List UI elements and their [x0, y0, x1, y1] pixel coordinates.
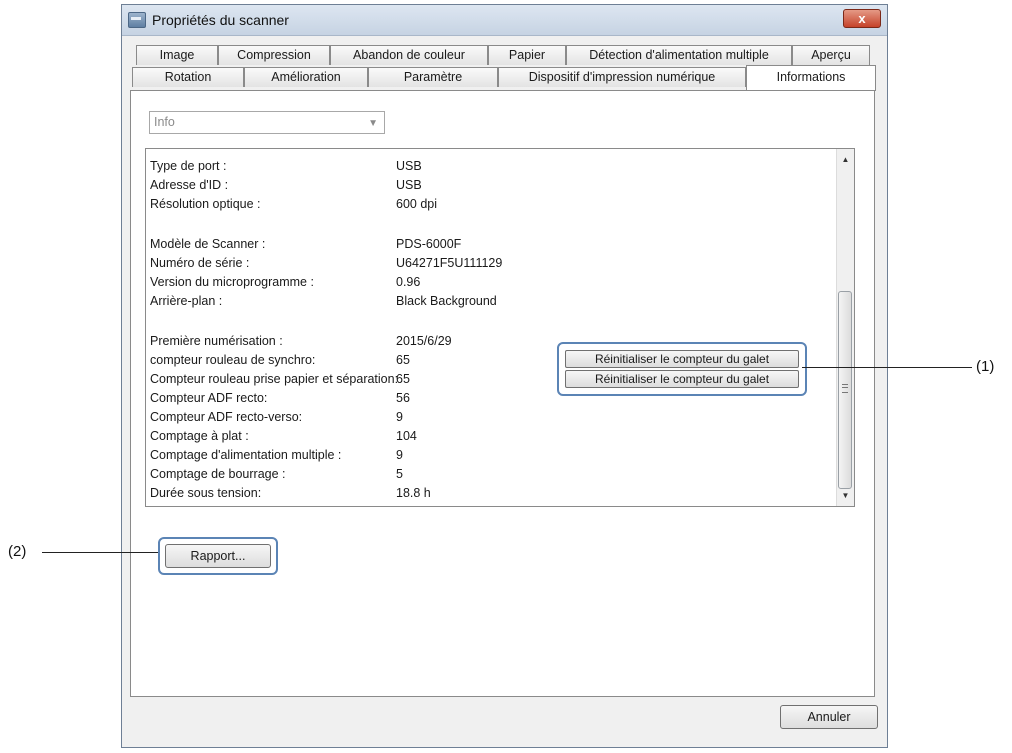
info-row-value: USB	[396, 178, 422, 192]
info-row-label: Comptage à plat :	[150, 429, 249, 443]
info-combo-value: Info	[154, 115, 175, 129]
tab-amelioration[interactable]: Amélioration	[244, 67, 368, 87]
info-row-value: 5	[396, 467, 403, 481]
info-row-value: 18.8 h	[396, 486, 431, 500]
info-row-value: USB	[396, 159, 422, 173]
info-row-value: 9	[396, 448, 403, 462]
vertical-scrollbar[interactable]: ▲ ▼	[836, 149, 854, 506]
info-row-label: Résolution optique :	[150, 197, 261, 211]
callout-1-line	[802, 367, 972, 368]
info-row-label: Numéro de série :	[150, 256, 250, 270]
info-row-label: Compteur ADF recto-verso:	[150, 410, 303, 424]
report-button[interactable]: Rapport...	[165, 544, 271, 568]
tab-compression[interactable]: Compression	[218, 45, 330, 65]
cancel-button[interactable]: Annuler	[780, 705, 878, 729]
info-row-label: Comptage d'alimentation multiple :	[150, 448, 342, 462]
info-row-label: Première numérisation :	[150, 334, 283, 348]
grip-icon	[842, 384, 848, 393]
tab-abandon-couleur[interactable]: Abandon de couleur	[330, 45, 488, 65]
callout-2-line	[42, 552, 158, 553]
reset-pickup-roller-button[interactable]: Réinitialiser le compteur du galet	[565, 370, 799, 388]
window-title: Propriétés du scanner	[152, 12, 289, 28]
info-row-label: Comptage de bourrage :	[150, 467, 286, 481]
scroll-thumb[interactable]	[838, 291, 852, 489]
info-row-label: Type de port :	[150, 159, 227, 173]
close-button[interactable]: x	[843, 9, 881, 28]
tab-dispositif-impression[interactable]: Dispositif d'impression numérique	[498, 67, 746, 87]
info-row-value: Black Background	[396, 294, 497, 308]
reset-sync-roller-button[interactable]: Réinitialiser le compteur du galet	[565, 350, 799, 368]
info-row-label: Adresse d'ID :	[150, 178, 229, 192]
tab-parametre[interactable]: Paramètre	[368, 67, 498, 87]
info-row-label: Modèle de Scanner :	[150, 237, 266, 251]
tab-apercu[interactable]: Aperçu	[792, 45, 870, 65]
info-row-value: 65	[396, 353, 410, 367]
tab-informations[interactable]: Informations	[746, 65, 876, 91]
info-row-value: U64271F5U111129	[396, 256, 503, 270]
info-row-value: 9	[396, 410, 403, 424]
info-row-value: 2015/6/29	[396, 334, 452, 348]
scroll-down-arrow-icon[interactable]: ▼	[837, 487, 854, 504]
info-row-value: 104	[396, 429, 417, 443]
info-row-value: PDS-6000F	[396, 237, 462, 251]
info-row-value: 65	[396, 372, 410, 386]
tab-rotation[interactable]: Rotation	[132, 67, 244, 87]
info-row-value: 600 dpi	[396, 197, 438, 211]
scanner-properties-window: Propriétés du scanner x Image Compressio…	[121, 4, 888, 748]
callout-1-label: (1)	[976, 358, 995, 375]
tab-detection-alimentation[interactable]: Détection d'alimentation multiple	[566, 45, 792, 65]
info-row-label: Compteur ADF recto:	[150, 391, 268, 405]
scanner-icon	[128, 12, 146, 28]
info-row-label: Version du microprogramme :	[150, 275, 314, 289]
info-listbox[interactable]: Type de port : USB Adresse d'ID : USB Résolu…	[145, 148, 855, 507]
info-row-label: Arrière-plan :	[150, 294, 223, 308]
info-row-value: 0.96	[396, 275, 421, 289]
callout-2-label: (2)	[8, 543, 27, 560]
info-row-label: Durée sous tension:	[150, 486, 262, 500]
title-bar: Propriétés du scanner x	[122, 5, 887, 36]
info-row-label: Compteur rouleau prise papier et séparat…	[150, 372, 399, 386]
chevron-down-icon: ▼	[368, 118, 378, 129]
info-combo[interactable]: Info ▼	[149, 111, 385, 134]
informations-panel: Info ▼ Type de port : USB Adresse d'ID : US…	[130, 90, 875, 697]
info-row-label: compteur rouleau de synchro:	[150, 353, 316, 367]
tab-papier[interactable]: Papier	[488, 45, 566, 65]
tab-image[interactable]: Image	[136, 45, 218, 65]
scroll-up-arrow-icon[interactable]: ▲	[837, 151, 854, 168]
info-row-value: 56	[396, 391, 410, 405]
